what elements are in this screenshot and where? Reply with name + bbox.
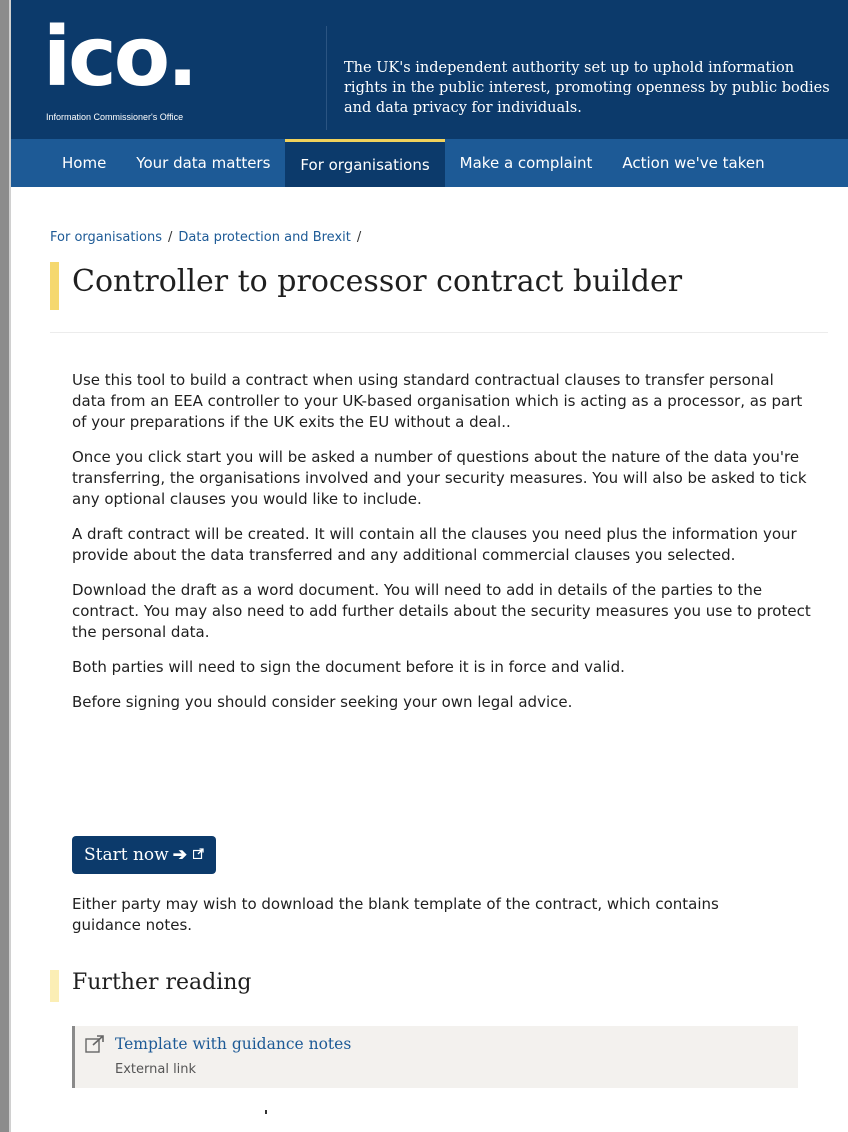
title-divider	[50, 332, 828, 333]
external-link-icon	[85, 1035, 105, 1057]
intro-text: Use this tool to build a contract when u…	[72, 370, 812, 727]
start-now-label: Start now	[84, 845, 169, 865]
paragraph: Before signing you should consider seeki…	[72, 693, 573, 711]
breadcrumb: For organisations / Data protection and …	[50, 230, 830, 245]
stray-mark	[265, 1110, 267, 1114]
breadcrumb-separator: /	[168, 230, 173, 245]
main-nav: Home Your data matters For organisations…	[11, 139, 848, 187]
site-header: ico. Information Commissioner's Office T…	[11, 0, 848, 139]
template-note: Either party may wish to download the bl…	[72, 895, 719, 934]
paragraph: Download the draft as a word document. Y…	[72, 581, 811, 641]
arrow-right-icon: ➔	[172, 845, 187, 865]
page-title: Controller to processor contract builder	[72, 264, 683, 299]
title-accent-bar	[50, 262, 59, 310]
paragraph: Once you click start you will be asked a…	[72, 448, 807, 508]
nav-item-make-a-complaint[interactable]: Make a complaint	[445, 139, 608, 187]
template-guidance-link[interactable]: Template with guidance notes	[115, 1035, 351, 1053]
link-type-label: External link	[115, 1062, 197, 1077]
header-divider	[326, 26, 327, 130]
main-content: For organisations / Data protection and …	[50, 230, 830, 1114]
further-reading-accent-bar	[50, 970, 59, 1002]
logo-mark: ico.	[43, 10, 198, 105]
paragraph: A draft contract will be created. It wil…	[72, 525, 797, 564]
nav-item-your-data-matters[interactable]: Your data matters	[121, 139, 285, 187]
paragraph: Both parties will need to sign the docum…	[72, 658, 625, 676]
nav-item-for-organisations[interactable]: For organisations	[285, 139, 445, 187]
further-reading-link-card[interactable]: Template with guidance notes External li…	[72, 1026, 798, 1088]
paragraph: Use this tool to build a contract when u…	[72, 371, 803, 431]
start-now-button[interactable]: Start now ➔	[72, 836, 216, 874]
breadcrumb-separator: /	[356, 230, 362, 245]
ico-logo[interactable]: ico. Information Commissioner's Office	[43, 10, 243, 127]
further-reading-title: Further reading	[72, 970, 252, 995]
nav-item-action-taken[interactable]: Action we've taken	[607, 139, 779, 187]
external-link-icon	[192, 848, 204, 862]
header-tagline: The UK's independent authority set up to…	[344, 60, 830, 116]
logo-subtitle: Information Commissioner's Office	[46, 112, 184, 122]
breadcrumb-for-organisations[interactable]: For organisations	[50, 230, 162, 245]
window-frame	[0, 0, 11, 1132]
nav-item-home[interactable]: Home	[11, 139, 121, 187]
breadcrumb-data-protection-brexit[interactable]: Data protection and Brexit	[178, 230, 350, 245]
